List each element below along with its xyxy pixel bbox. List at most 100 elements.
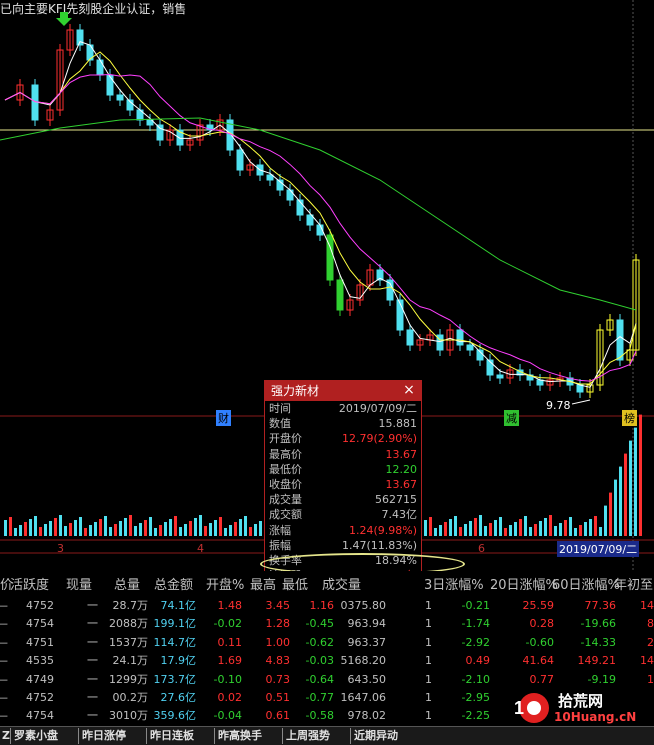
close-icon[interactable]: × [401,382,417,398]
volume-bar [619,466,622,536]
popup-row-label: 涨幅 [269,523,291,537]
svg-text:1: 1 [514,698,524,718]
tab-0[interactable]: 罗素小盘 [14,728,58,744]
volume-bar [474,518,477,536]
volume-bar [99,519,102,536]
volume-bar [214,520,217,536]
volume-bar [524,516,527,536]
volume-bar [14,528,17,536]
ma60-line [0,117,637,311]
volume-bar [199,515,202,536]
column-header[interactable]: 活跃度 [10,574,49,593]
tab-1[interactable]: 昨日涨停 [82,728,126,744]
tab-5[interactable]: 近期异动 [354,728,398,744]
volume-bar [439,525,442,536]
table-cell-open: -0.02 [213,617,242,631]
candle-body [336,279,344,311]
column-header[interactable]: 最高 [250,574,276,593]
column-header[interactable]: 年初至 [614,574,653,593]
candle-body [236,149,244,171]
volume-bar [569,517,572,536]
table-cell-open: -0.04 [213,709,242,723]
candle-body [106,74,114,96]
table-cell-d60: -14.33 [580,635,616,649]
volume-bar [514,522,517,536]
table-cell-open: 1.69 [217,654,243,668]
table-row[interactable]: — 4752 一 28.7万 74.1亿 1.48 3.45 1.16 0375.80 1 -0.2… [0,597,654,615]
table-row[interactable]: — 4754 一 2088万 199.1亿 -0.02 1.28 -0.45 963.94 1 -1… [0,615,654,633]
tab-3[interactable]: 昨高换手 [218,728,262,744]
table-cell-d60: 149.21 [577,654,617,668]
popup-row: 成交额 7.43亿 [265,507,421,522]
table-cell-amt: 359.6亿 [153,709,197,723]
volume-bar [634,427,637,536]
volume-bar [184,524,187,536]
table-header: 价活跃度 现量 总量 总金额 开盘% 最高 最低 成交量 3日涨幅% 20日涨幅% 60日涨幅% 年初… [0,571,654,595]
popup-row: 最高价 13.67 [265,447,421,462]
table-cell-qty: 963.37 [347,635,387,649]
tab-prefix[interactable]: Z [2,728,10,744]
popup-titlebar[interactable]: 强力新材 × [265,381,421,401]
volume-bar [84,528,87,536]
column-header[interactable]: 3日涨幅% [424,574,484,593]
table-cell-high: 4.83 [265,654,291,668]
table-cell-vol: 1537万 [109,635,148,649]
table-cell-qty: 963.94 [347,617,387,631]
table-cell-c0: — [0,652,8,670]
tab-2[interactable]: 昨日连板 [150,728,194,744]
column-header[interactable]: 成交量 [322,574,361,593]
table-cell-amt: 114.7亿 [153,635,197,649]
table-cell-activity: 4754 [26,617,54,631]
table-row[interactable]: — 4749 一 1299万 173.7亿 -0.10 0.73 -0.64 643.50 1 -2… [0,671,654,689]
table-cell-high: 0.51 [265,691,291,704]
table-cell-high: 3.45 [265,599,291,612]
volume-bar [554,526,557,536]
table-row[interactable]: — 4751 一 1537万 114.7亿 0.11 1.00 -0.62 963.37 1 -2.… [0,634,654,652]
event-mark-finance[interactable]: 财 [216,410,231,426]
column-header[interactable]: 开盘% [206,574,244,593]
month-label-3: 3 [57,542,64,555]
volume-bar [229,525,232,536]
table-cell-open: 0.02 [217,691,243,704]
table-cell-vol: 1299万 [109,672,148,686]
volume-bar [539,521,542,536]
table-cell-ytd: 1 [647,672,654,686]
tab-4[interactable]: 上周强势 [286,728,330,744]
volume-bar [124,518,127,536]
table-cell-d3: 0.49 [465,654,491,668]
table-cell-amt: 173.7亿 [153,672,197,686]
table-row[interactable]: — 4535 一 24.1万 17.9亿 1.69 4.83 -0.03 5168.20 1 0.4… [0,652,654,670]
volume-bar [594,516,597,536]
low-marker-line [571,399,591,405]
table-cell-d3: -2.25 [461,709,490,723]
column-header[interactable]: 60日涨幅% [552,574,620,593]
volume-bar [74,520,77,536]
volume-bar [209,523,212,536]
table-cell-c0: — [0,615,8,633]
table-cell-d3: -2.95 [461,691,490,704]
volume-bar [174,516,177,536]
volume-bar [579,525,582,536]
tab-separator [350,728,351,744]
event-mark-reduce[interactable]: 减 [504,410,519,426]
column-header[interactable]: 最低 [282,574,308,593]
table-cell-cur: 一 [87,672,98,686]
table-cell-d3: -0.21 [461,599,490,612]
table-cell-activity: 4751 [26,635,54,649]
watermark-main: 拾荒网 [558,692,604,710]
event-mark-ranking[interactable]: 榜 [622,410,637,426]
popup-row: 时间 2019/07/09/二 [265,401,421,416]
table-cell-c0: — [0,671,8,689]
popup-row: 收盘价 13.67 [265,477,421,492]
volume-bar [464,524,467,536]
table-cell-n: 1 [425,691,432,704]
column-header[interactable]: 现量 [66,574,92,593]
volume-bar [54,518,57,536]
volume-bar [504,528,507,536]
table-cell-n: 1 [425,635,432,649]
column-header[interactable]: 总金额 [154,574,193,593]
candle-body [466,344,474,351]
column-header[interactable]: 总量 [114,574,140,593]
column-header[interactable]: 20日涨幅% [490,574,558,593]
popup-row-value: 562715 [375,493,417,507]
